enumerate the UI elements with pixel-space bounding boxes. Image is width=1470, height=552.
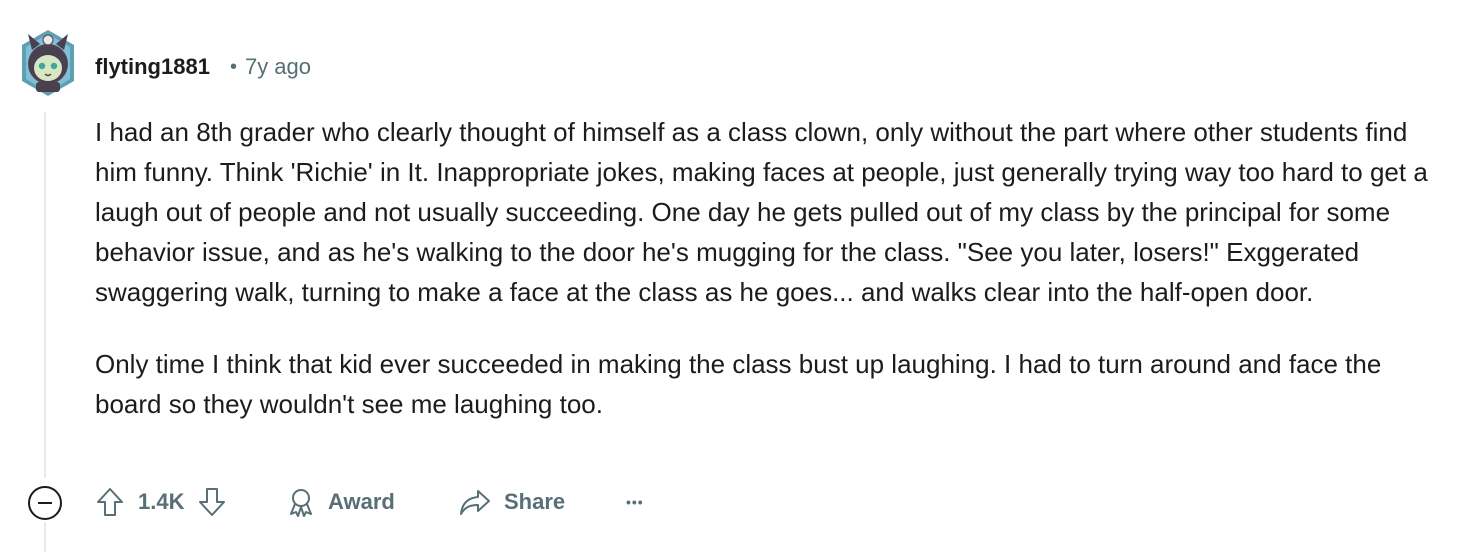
vote-score: 1.4K xyxy=(138,489,185,514)
author-username[interactable]: flyting1881 xyxy=(95,54,210,80)
downvote-button[interactable] xyxy=(194,482,230,522)
comment-timestamp[interactable]: 7y ago xyxy=(245,54,311,80)
thread-line-continuation xyxy=(44,522,46,552)
share-label: Share xyxy=(504,489,566,514)
arrow-down-icon xyxy=(199,488,226,516)
avatar[interactable] xyxy=(18,28,78,98)
comment-action-bar: 1.4K Award Share ••• xyxy=(0,478,1470,526)
comment-paragraph: I had an 8th grader who clearly thought … xyxy=(95,117,1428,307)
more-options-button[interactable]: ••• xyxy=(626,480,644,524)
award-label: Award xyxy=(328,489,395,514)
thread-line[interactable] xyxy=(44,112,46,478)
collapse-thread-button[interactable] xyxy=(28,486,62,520)
award-button[interactable]: Award xyxy=(286,480,395,524)
share-button[interactable]: Share xyxy=(458,480,565,524)
vote-group: 1.4K xyxy=(92,480,230,524)
award-ribbon-icon xyxy=(290,489,312,517)
comment-header: flyting1881 • 7y ago xyxy=(95,52,311,82)
ellipsis-icon: ••• xyxy=(626,494,644,510)
share-arrow-icon xyxy=(460,490,490,515)
meta-separator: • xyxy=(229,55,237,78)
avatar-icon xyxy=(22,30,74,96)
upvote-button[interactable] xyxy=(92,482,128,522)
arrow-up-icon xyxy=(97,488,123,516)
comment-body: I had an 8th grader who clearly thought … xyxy=(95,112,1445,424)
comment: flyting1881 • 7y ago I had an 8th grader… xyxy=(0,0,1470,552)
comment-paragraph: Only time I think that kid ever succeede… xyxy=(95,349,1382,419)
